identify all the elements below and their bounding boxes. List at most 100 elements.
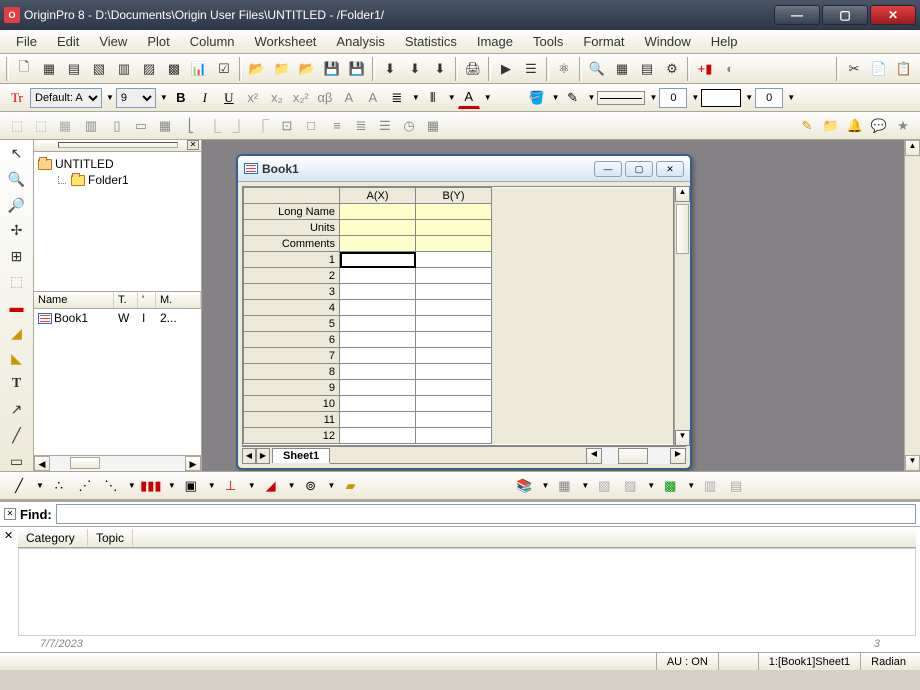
greek-icon[interactable]: αβ: [314, 87, 336, 109]
menu-worksheet[interactable]: Worksheet: [245, 32, 327, 51]
row-header[interactable]: 6: [244, 332, 340, 348]
row-header[interactable]: 12: [244, 428, 340, 444]
box-plot-icon[interactable]: ▣: [180, 475, 202, 497]
scatter-plot-icon[interactable]: ∴: [48, 475, 70, 497]
chevron-down-icon[interactable]: ▼: [787, 93, 795, 102]
selection-icon[interactable]: ⬚: [7, 272, 27, 292]
bell-icon[interactable]: 🔔: [844, 115, 866, 137]
menu-edit[interactable]: Edit: [47, 32, 89, 51]
area-plot-icon[interactable]: ◢: [260, 475, 282, 497]
line-series-icon[interactable]: ⋱: [100, 475, 122, 497]
explorer-close-icon[interactable]: ✕: [187, 140, 199, 150]
row-header[interactable]: 1: [244, 252, 340, 268]
col-tick[interactable]: ': [138, 292, 156, 308]
border-r-icon[interactable]: ⏌: [228, 115, 250, 137]
pointer-icon[interactable]: ↖: [7, 144, 27, 164]
border-b-icon[interactable]: ⎿: [204, 115, 226, 137]
ternary-icon[interactable]: ▤: [725, 475, 747, 497]
explorer-handle[interactable]: ✕: [34, 140, 201, 152]
mask-icon[interactable]: ⬚: [6, 115, 28, 137]
chevron-down-icon[interactable]: ▼: [448, 93, 456, 102]
save-template-icon[interactable]: 💾: [345, 57, 369, 81]
data-reader-icon[interactable]: ⊞: [7, 246, 27, 266]
explorer-list-body[interactable]: Book1 W I 2...: [34, 309, 201, 455]
hscroll-left-icon[interactable]: ◀: [586, 448, 602, 464]
workbook-titlebar[interactable]: Book1 — ▢ ✕: [238, 156, 690, 182]
row-header[interactable]: 8: [244, 364, 340, 380]
row-header[interactable]: 11: [244, 412, 340, 428]
menu-statistics[interactable]: Statistics: [395, 32, 467, 51]
new-workbook-icon[interactable]: ▦: [37, 57, 61, 81]
col-topic[interactable]: Topic: [88, 529, 133, 547]
column-plot-icon[interactable]: ▮▮▮: [140, 475, 162, 497]
chevron-down-icon[interactable]: ▼: [106, 93, 114, 102]
new-notes-icon[interactable]: ▩: [162, 57, 186, 81]
row-header[interactable]: 10: [244, 396, 340, 412]
stack-icon[interactable]: ⊥: [220, 475, 242, 497]
template-icon[interactable]: ☑: [212, 57, 236, 81]
folder-yellow-icon[interactable]: 📁: [820, 115, 842, 137]
menu-column[interactable]: Column: [180, 32, 245, 51]
minimize-button[interactable]: —: [774, 5, 820, 25]
color-swatch[interactable]: [701, 89, 741, 107]
draw-data-icon[interactable]: ◣: [7, 349, 27, 369]
worksheet-grid[interactable]: A(X) B(Y) Long Name Units Comments 1 2 3…: [242, 186, 674, 446]
grid-icon[interactable]: ▦: [422, 115, 444, 137]
chevron-down-icon[interactable]: ▼: [412, 93, 420, 102]
rectangle-tool-icon[interactable]: ▭: [7, 451, 27, 471]
mask2-icon[interactable]: ⬚: [30, 115, 52, 137]
chevron-down-icon[interactable]: ▼: [541, 481, 549, 490]
corner-cell[interactable]: [244, 188, 340, 204]
chevron-down-icon[interactable]: ▼: [328, 481, 336, 490]
chevron-down-icon[interactable]: ▼: [691, 93, 699, 102]
template-lib-icon[interactable]: 📚: [513, 475, 535, 497]
menu-plot[interactable]: Plot: [137, 32, 179, 51]
align-right-icon[interactable]: ☰: [374, 115, 396, 137]
new-graph-icon[interactable]: ▧: [87, 57, 111, 81]
menu-file[interactable]: File: [6, 32, 47, 51]
superscript-icon[interactable]: x²: [242, 87, 264, 109]
cloud-icon[interactable]: 💬: [868, 115, 890, 137]
align-center-icon[interactable]: ≣: [350, 115, 372, 137]
line-width-input[interactable]: [659, 88, 687, 108]
increase-font-icon[interactable]: A: [338, 87, 360, 109]
import-single-icon[interactable]: ⬇: [403, 57, 427, 81]
row-header[interactable]: 5: [244, 316, 340, 332]
sheet-hscroll[interactable]: ◀ ▶: [586, 448, 686, 464]
add-column-icon[interactable]: +▮: [693, 57, 717, 81]
save-icon[interactable]: 💾: [320, 57, 344, 81]
contour-icon[interactable]: ▩: [659, 475, 681, 497]
merge-v-icon[interactable]: ▯: [106, 115, 128, 137]
supersub-icon[interactable]: x₂²: [290, 87, 312, 109]
tab-first-icon[interactable]: ◀: [242, 448, 256, 464]
mask-draw-icon[interactable]: ▬: [7, 298, 27, 318]
rescale-icon[interactable]: ✢: [7, 221, 27, 241]
palette2-icon[interactable]: ▨: [619, 475, 641, 497]
open-excel-icon[interactable]: 📂: [295, 57, 319, 81]
region-icon[interactable]: ◢: [7, 323, 27, 343]
workbook-window[interactable]: Book1 — ▢ ✕ A(X) B(Y): [236, 154, 692, 470]
chevron-down-icon[interactable]: ▼: [248, 481, 256, 490]
results-body[interactable]: [18, 548, 916, 636]
find-close-icon[interactable]: ✕: [4, 508, 16, 520]
zoom-out-icon[interactable]: 🔎: [7, 195, 27, 215]
text-tool-icon[interactable]: T: [7, 374, 27, 394]
scroll-left-icon[interactable]: ◀: [34, 456, 50, 471]
chevron-down-icon[interactable]: ▼: [649, 93, 657, 102]
cut-icon[interactable]: ✂: [842, 57, 866, 81]
duplicate-icon[interactable]: ☰: [519, 57, 543, 81]
arrow-tool-icon[interactable]: ↗: [7, 400, 27, 420]
sheet-vscroll[interactable]: ▲ ▼: [674, 186, 690, 446]
row-header[interactable]: 3: [244, 284, 340, 300]
tree-folder-node[interactable]: Folder1: [36, 172, 199, 188]
theme-icon[interactable]: ▦: [553, 475, 575, 497]
new-function-icon[interactable]: 📊: [187, 57, 211, 81]
clock-icon[interactable]: ◷: [398, 115, 420, 137]
mdi-close-button[interactable]: ✕: [656, 161, 684, 177]
project-tree[interactable]: UNTITLED Folder1: [34, 152, 201, 292]
chevron-down-icon[interactable]: ▼: [36, 481, 44, 490]
menu-help[interactable]: Help: [701, 32, 748, 51]
line-symbol-icon[interactable]: ⋰: [74, 475, 96, 497]
tab-prev-icon[interactable]: ▶: [256, 448, 270, 464]
subscript-icon[interactable]: x₂: [266, 87, 288, 109]
